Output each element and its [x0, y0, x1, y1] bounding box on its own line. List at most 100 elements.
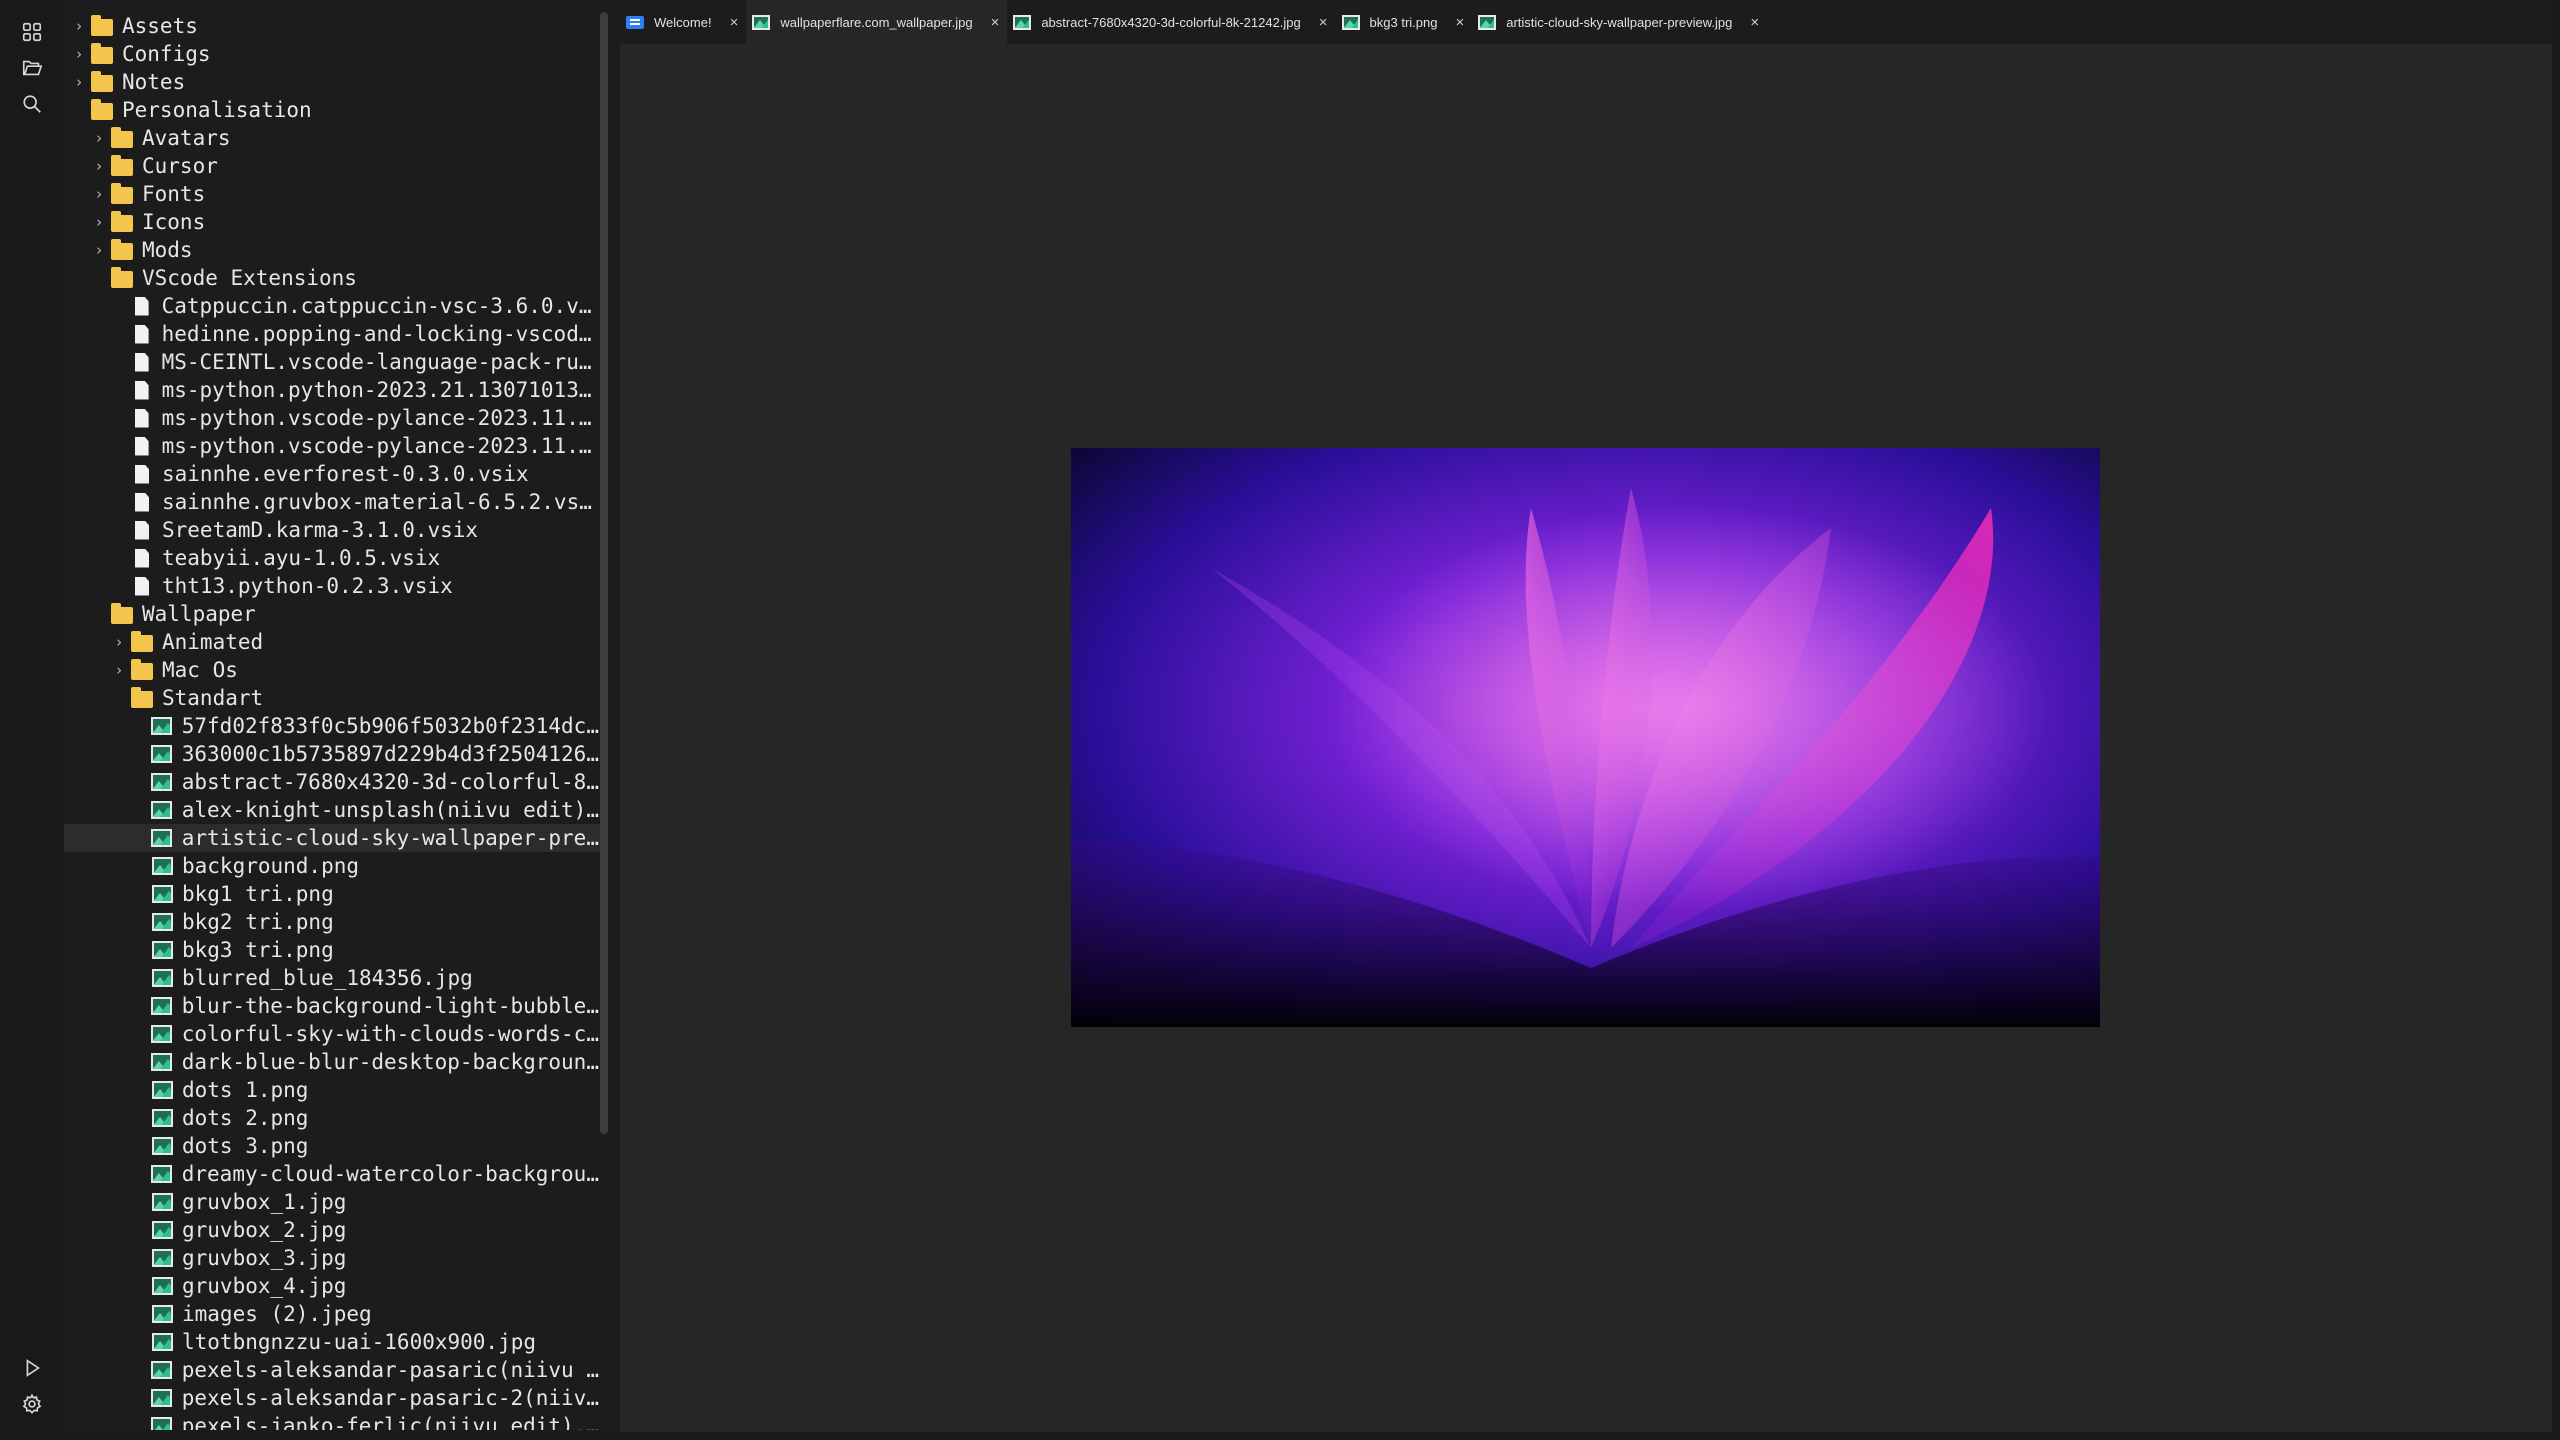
folder-item[interactable]: › Avatars	[64, 124, 604, 152]
file-item[interactable]: artistic-cloud-sky-wallpaper-prev…	[64, 824, 604, 852]
file-item[interactable]: Catppuccin.catppuccin-vsc-3.6.0.vsix	[64, 292, 604, 320]
file-item[interactable]: gruvbox_3.jpg	[64, 1244, 604, 1272]
chevron-right-icon[interactable]	[92, 264, 106, 292]
chevron-right-icon[interactable]	[112, 348, 126, 376]
chevron-right-icon[interactable]	[132, 768, 146, 796]
file-item[interactable]: bkg2 tri.png	[64, 908, 604, 936]
chevron-right-icon[interactable]	[132, 1244, 146, 1272]
editor-tab[interactable]: Welcome! ×	[620, 0, 746, 44]
chevron-right-icon[interactable]	[132, 1272, 146, 1300]
chevron-right-icon[interactable]	[132, 1328, 146, 1356]
close-icon[interactable]: ×	[1319, 14, 1328, 31]
file-item[interactable]: gruvbox_1.jpg	[64, 1188, 604, 1216]
file-item[interactable]: dark-blue-blur-desktop-background…	[64, 1048, 604, 1076]
file-item[interactable]: tht13.python-0.2.3.vsix	[64, 572, 604, 600]
chevron-right-icon[interactable]: ›	[92, 124, 106, 152]
chevron-right-icon[interactable]	[92, 600, 106, 628]
file-item[interactable]: dots 3.png	[64, 1132, 604, 1160]
search-icon[interactable]	[16, 88, 48, 120]
chevron-right-icon[interactable]	[112, 516, 126, 544]
chevron-right-icon[interactable]	[132, 740, 146, 768]
editor-tab[interactable]: wallpaperflare.com_wallpaper.jpg ×	[746, 0, 1008, 44]
file-item[interactable]: sainnhe.gruvbox-material-6.5.2.vsix	[64, 488, 604, 516]
folder-item[interactable]: › Animated	[64, 628, 604, 656]
file-item[interactable]: dreamy-cloud-watercolor-backgroun…	[64, 1160, 604, 1188]
file-item[interactable]: blur-the-background-light-bubble-…	[64, 992, 604, 1020]
file-item[interactable]: dots 1.png	[64, 1076, 604, 1104]
file-item[interactable]: ms-python.vscode-pylance-2023.11.10…	[64, 404, 604, 432]
grid-icon[interactable]	[16, 16, 48, 48]
chevron-right-icon[interactable]	[112, 320, 126, 348]
chevron-right-icon[interactable]	[132, 964, 146, 992]
folder-item[interactable]: › Assets	[64, 12, 604, 40]
file-item[interactable]: abstract-7680x4320-3d-colorful-8k…	[64, 768, 604, 796]
file-item[interactable]: background.png	[64, 852, 604, 880]
folder-open-icon[interactable]	[16, 52, 48, 84]
folder-item[interactable]: › Notes	[64, 68, 604, 96]
file-item[interactable]: teabyii.ayu-1.0.5.vsix	[64, 544, 604, 572]
file-item[interactable]: colorful-sky-with-clouds-words-cl…	[64, 1020, 604, 1048]
file-item[interactable]: ms-python.python-2023.21.13071013.v…	[64, 376, 604, 404]
chevron-right-icon[interactable]: ›	[92, 180, 106, 208]
folder-item[interactable]: Personalisation	[64, 96, 604, 124]
folder-item[interactable]: Standart	[64, 684, 604, 712]
chevron-right-icon[interactable]: ›	[92, 208, 106, 236]
file-item[interactable]: pexels-aleksandar-pasaric-2(niivu…	[64, 1384, 604, 1412]
chevron-right-icon[interactable]	[112, 404, 126, 432]
chevron-right-icon[interactable]	[132, 1188, 146, 1216]
chevron-right-icon[interactable]: ›	[72, 40, 86, 68]
chevron-right-icon[interactable]	[112, 432, 126, 460]
file-item[interactable]: bkg3 tri.png	[64, 936, 604, 964]
file-item[interactable]: sainnhe.everforest-0.3.0.vsix	[64, 460, 604, 488]
chevron-right-icon[interactable]: ›	[72, 68, 86, 96]
chevron-right-icon[interactable]	[132, 1216, 146, 1244]
chevron-right-icon[interactable]	[132, 1300, 146, 1328]
file-item[interactable]: pexels-aleksandar-pasaric(niivu e…	[64, 1356, 604, 1384]
close-icon[interactable]: ×	[1750, 14, 1759, 31]
chevron-right-icon[interactable]	[132, 936, 146, 964]
chevron-right-icon[interactable]	[132, 1104, 146, 1132]
chevron-right-icon[interactable]	[132, 1356, 146, 1384]
editor-tab[interactable]: bkg3 tri.png ×	[1336, 0, 1473, 44]
folder-item[interactable]: › Fonts	[64, 180, 604, 208]
explorer-scrollbar[interactable]	[600, 12, 608, 1134]
file-item[interactable]: pexels-janko-ferlic(niivu edit).j…	[64, 1412, 604, 1430]
folder-item[interactable]: › Configs	[64, 40, 604, 68]
chevron-right-icon[interactable]	[132, 796, 146, 824]
chevron-right-icon[interactable]	[132, 880, 146, 908]
chevron-right-icon[interactable]	[112, 376, 126, 404]
file-item[interactable]: ltotbngnzzu-uai-1600x900.jpg	[64, 1328, 604, 1356]
chevron-right-icon[interactable]	[132, 908, 146, 936]
chevron-right-icon[interactable]	[132, 1132, 146, 1160]
chevron-right-icon[interactable]	[132, 1076, 146, 1104]
file-item[interactable]: 363000c1b5735897d229b4d3f2504126.…	[64, 740, 604, 768]
folder-item[interactable]: › Mac Os	[64, 656, 604, 684]
chevron-right-icon[interactable]: ›	[72, 12, 86, 40]
file-item[interactable]: dots 2.png	[64, 1104, 604, 1132]
file-item[interactable]: gruvbox_2.jpg	[64, 1216, 604, 1244]
file-item[interactable]: hedinne.popping-and-locking-vscode-…	[64, 320, 604, 348]
file-item[interactable]: alex-knight-unsplash(niivu edit).…	[64, 796, 604, 824]
chevron-right-icon[interactable]	[112, 684, 126, 712]
chevron-right-icon[interactable]	[132, 824, 146, 852]
file-item[interactable]: gruvbox_4.jpg	[64, 1272, 604, 1300]
chevron-right-icon[interactable]	[132, 1412, 146, 1430]
chevron-right-icon[interactable]	[132, 1384, 146, 1412]
chevron-right-icon[interactable]	[132, 712, 146, 740]
file-item[interactable]: MS-CEINTL.vscode-language-pack-ru-1…	[64, 348, 604, 376]
editor-tab[interactable]: abstract-7680x4320-3d-colorful-8k-21242.…	[1007, 0, 1335, 44]
editor-tab[interactable]: artistic-cloud-sky-wallpaper-preview.jpg…	[1472, 0, 1767, 44]
folder-item[interactable]: Wallpaper	[64, 600, 604, 628]
chevron-right-icon[interactable]: ›	[112, 656, 126, 684]
chevron-right-icon[interactable]	[132, 1048, 146, 1076]
file-item[interactable]: bkg1 tri.png	[64, 880, 604, 908]
chevron-right-icon[interactable]	[132, 992, 146, 1020]
chevron-right-icon[interactable]	[132, 1160, 146, 1188]
chevron-right-icon[interactable]	[132, 1020, 146, 1048]
folder-item[interactable]: › Icons	[64, 208, 604, 236]
gear-icon[interactable]	[16, 1388, 48, 1420]
chevron-right-icon[interactable]	[112, 292, 126, 320]
chevron-right-icon[interactable]	[112, 544, 126, 572]
folder-item[interactable]: › Mods	[64, 236, 604, 264]
file-item[interactable]: blurred_blue_184356.jpg	[64, 964, 604, 992]
